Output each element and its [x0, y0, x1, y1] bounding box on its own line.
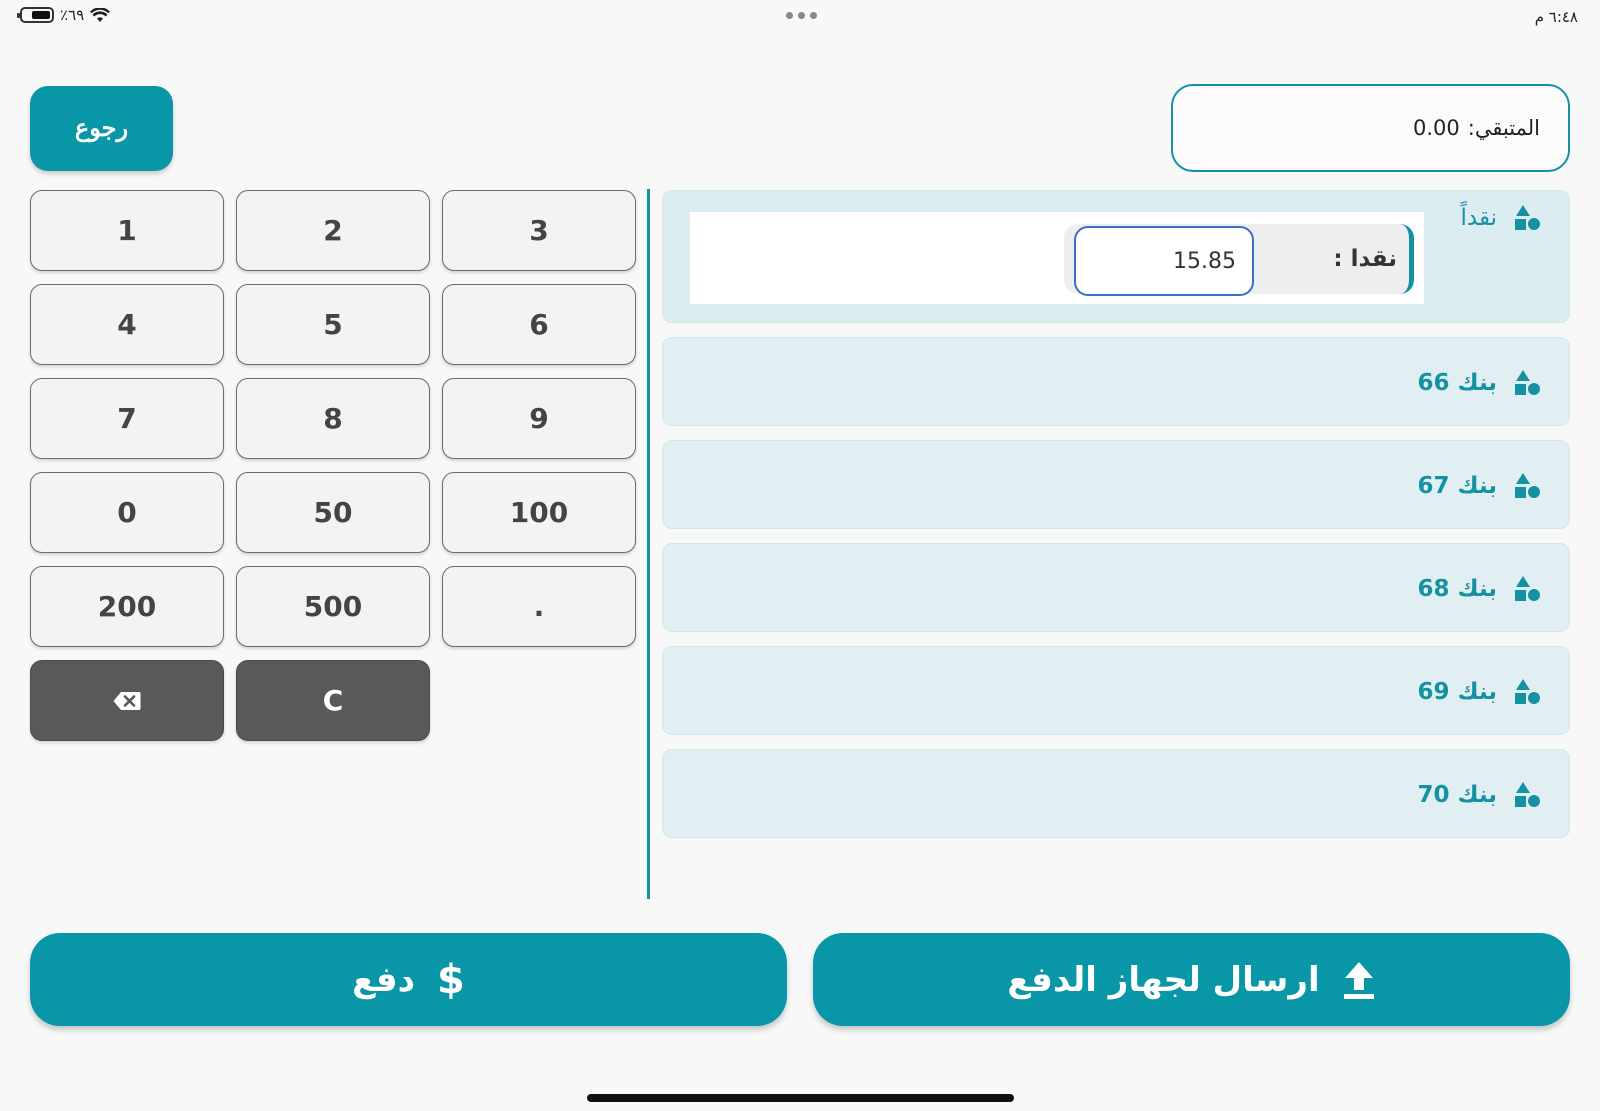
shapes-icon: [1515, 678, 1540, 704]
payment-item-header: بنك 68: [1418, 544, 1541, 633]
key-4[interactable]: 4: [30, 284, 224, 365]
payment-item-header: نقداً: [1461, 193, 1542, 243]
key-0[interactable]: 0: [30, 472, 224, 553]
send-button-label: ارسال لجهاز الدفع: [1007, 959, 1320, 1000]
payment-item-cash[interactable]: نقداً نقدا :: [662, 190, 1570, 323]
key-7[interactable]: 7: [30, 378, 224, 459]
dollar-icon: $: [437, 956, 465, 1003]
cash-field-group: نقدا :: [1064, 224, 1414, 296]
remaining-amount-box: المتبقي: 0.00: [1171, 84, 1570, 172]
key-3[interactable]: 3: [442, 190, 636, 271]
key-200[interactable]: 200: [30, 566, 224, 647]
key-100[interactable]: 100: [442, 472, 636, 553]
key-2[interactable]: 2: [236, 190, 430, 271]
remaining-label: المتبقي:: [1467, 116, 1540, 140]
payment-label: بنك 70: [1417, 781, 1497, 808]
cash-entry-panel: نقدا :: [690, 212, 1424, 304]
payment-label: نقداً: [1460, 205, 1498, 231]
key-500[interactable]: 500: [236, 566, 430, 647]
wifi-icon: [90, 7, 111, 22]
payment-item-header: بنك 69: [1418, 647, 1541, 736]
multitasking-dots[interactable]: [786, 12, 817, 19]
shapes-icon: [1515, 472, 1540, 498]
shapes-icon: [1515, 369, 1540, 395]
payment-label: بنك 66: [1417, 369, 1497, 396]
payment-label: بنك 68: [1417, 575, 1497, 602]
key-5[interactable]: 5: [236, 284, 430, 365]
pay-button[interactable]: $ دفع: [30, 933, 787, 1026]
panel-divider: [647, 189, 650, 899]
payment-item-bank-67[interactable]: بنك 67: [662, 440, 1570, 529]
payment-item-bank-68[interactable]: بنك 68: [662, 543, 1570, 632]
back-button[interactable]: رجوع: [30, 86, 173, 171]
shapes-icon: [1515, 205, 1540, 230]
shapes-icon: [1515, 781, 1540, 807]
battery-fill: [32, 11, 50, 19]
payment-item-header: بنك 66: [1418, 338, 1541, 427]
shapes-icon: [1515, 575, 1540, 601]
key-decimal[interactable]: .: [442, 566, 636, 647]
cash-amount-input[interactable]: [1074, 226, 1254, 296]
payment-item-bank-66[interactable]: بنك 66: [662, 337, 1570, 426]
payment-label: بنك 69: [1417, 678, 1497, 705]
backspace-icon: [113, 691, 141, 710]
payment-item-bank-70[interactable]: بنك 70: [662, 749, 1570, 838]
key-8[interactable]: 8: [236, 378, 430, 459]
payment-label: بنك 67: [1417, 472, 1497, 499]
remaining-value: 0.00: [1412, 116, 1460, 140]
clear-button[interactable]: C: [236, 660, 430, 741]
key-6[interactable]: 6: [442, 284, 636, 365]
key-9[interactable]: 9: [442, 378, 636, 459]
pay-button-label: دفع: [352, 959, 416, 1000]
status-left: ٪٦٩: [17, 6, 111, 24]
send-to-payment-device-button[interactable]: ارسال لجهاز الدفع: [813, 933, 1570, 1026]
payment-item-bank-69[interactable]: بنك 69: [662, 646, 1570, 735]
upload-icon: [1343, 961, 1374, 999]
payment-item-header: بنك 70: [1418, 750, 1541, 839]
battery-percent: ٪٦٩: [60, 6, 85, 24]
key-50[interactable]: 50: [236, 472, 430, 553]
cash-field-label: نقدا :: [1333, 246, 1397, 272]
status-bar: ٪٦٩ ٦:٤٨ م: [0, 0, 1600, 34]
home-indicator[interactable]: [587, 1094, 1014, 1102]
backspace-button[interactable]: [30, 660, 224, 741]
payment-item-header: بنك 67: [1418, 441, 1541, 530]
status-time: ٦:٤٨ م: [1534, 8, 1578, 26]
key-1[interactable]: 1: [30, 190, 224, 271]
battery-icon: [17, 7, 54, 23]
